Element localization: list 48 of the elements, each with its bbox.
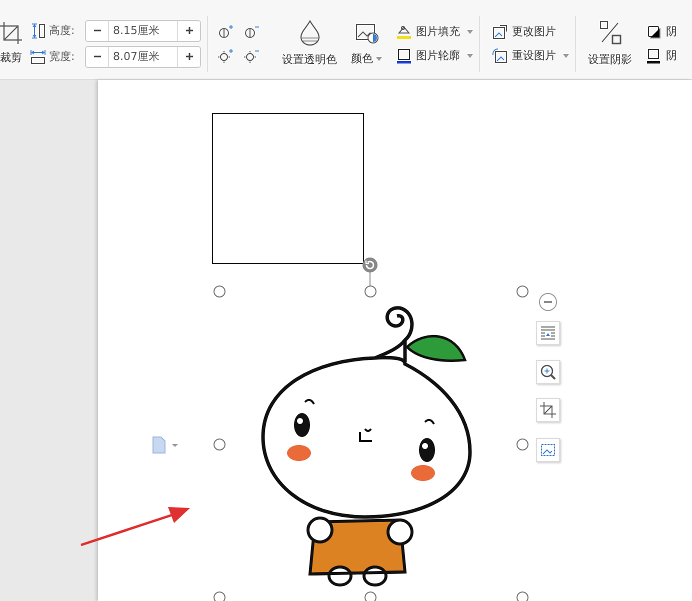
droplet-icon: [298, 20, 320, 46]
resize-handle[interactable]: [213, 591, 226, 601]
shadow-icon: [598, 20, 622, 46]
caret-icon: [376, 56, 382, 60]
reset-picture-icon: [492, 48, 508, 64]
brightness-up-icon[interactable]: [218, 48, 234, 64]
resize-handle[interactable]: [364, 591, 377, 601]
shadow-option-button[interactable]: 阴: [646, 24, 677, 40]
crop-tool-button[interactable]: [536, 398, 560, 422]
height-icon: [30, 22, 46, 38]
size-label: 宽度:: [49, 49, 76, 64]
picture-outline-button[interactable]: 图片轮廓: [396, 48, 473, 64]
reset-picture-button[interactable]: 重设图片: [492, 48, 569, 64]
picture-fill-button[interactable]: 图片填充: [396, 24, 473, 40]
contrast-up-icon[interactable]: [218, 24, 234, 40]
shadow-box-icon: [646, 24, 662, 40]
fill-bucket-icon: [396, 24, 412, 40]
size-label: 高度:: [49, 23, 76, 38]
color-button[interactable]: 颜色: [349, 19, 384, 68]
zoom-in-icon: [538, 362, 558, 382]
contrast-down-icon[interactable]: [244, 24, 260, 40]
shadow-option-button[interactable]: 阴: [646, 48, 677, 64]
size-spinbox[interactable]: 8.07厘米: [85, 46, 201, 68]
caret-icon: [467, 30, 473, 34]
fit-tool-button[interactable]: [536, 438, 560, 462]
plus-icon: [184, 52, 194, 61]
caret-icon: [563, 54, 569, 58]
zoom-tool-button[interactable]: [536, 360, 560, 384]
size-spinbox[interactable]: 8.15厘米: [85, 20, 201, 42]
collapse-button[interactable]: [538, 292, 558, 312]
wrap-tool-button[interactable]: [536, 321, 560, 345]
rectangle-shape[interactable]: [212, 113, 364, 264]
outline-icon: [396, 48, 412, 64]
caret-icon: [467, 54, 473, 58]
picture-color-icon: [354, 21, 378, 45]
change-picture-icon: [492, 24, 508, 40]
brightness-down-icon[interactable]: [244, 48, 260, 64]
rotate-handle[interactable]: [362, 257, 378, 287]
resize-handle[interactable]: [516, 591, 529, 601]
plus-icon: [184, 26, 194, 35]
crop-icon: [538, 400, 558, 420]
shadow-button[interactable]: 设置阴影: [586, 18, 634, 69]
change-picture-button[interactable]: 更改图片: [492, 24, 569, 40]
transparent-color-button[interactable]: 设置透明色: [280, 18, 339, 69]
crop-button[interactable]: 裁剪: [0, 20, 24, 67]
shadow-underline-icon: [646, 48, 662, 64]
width-icon: [30, 48, 46, 64]
crop-icon: [0, 22, 22, 44]
